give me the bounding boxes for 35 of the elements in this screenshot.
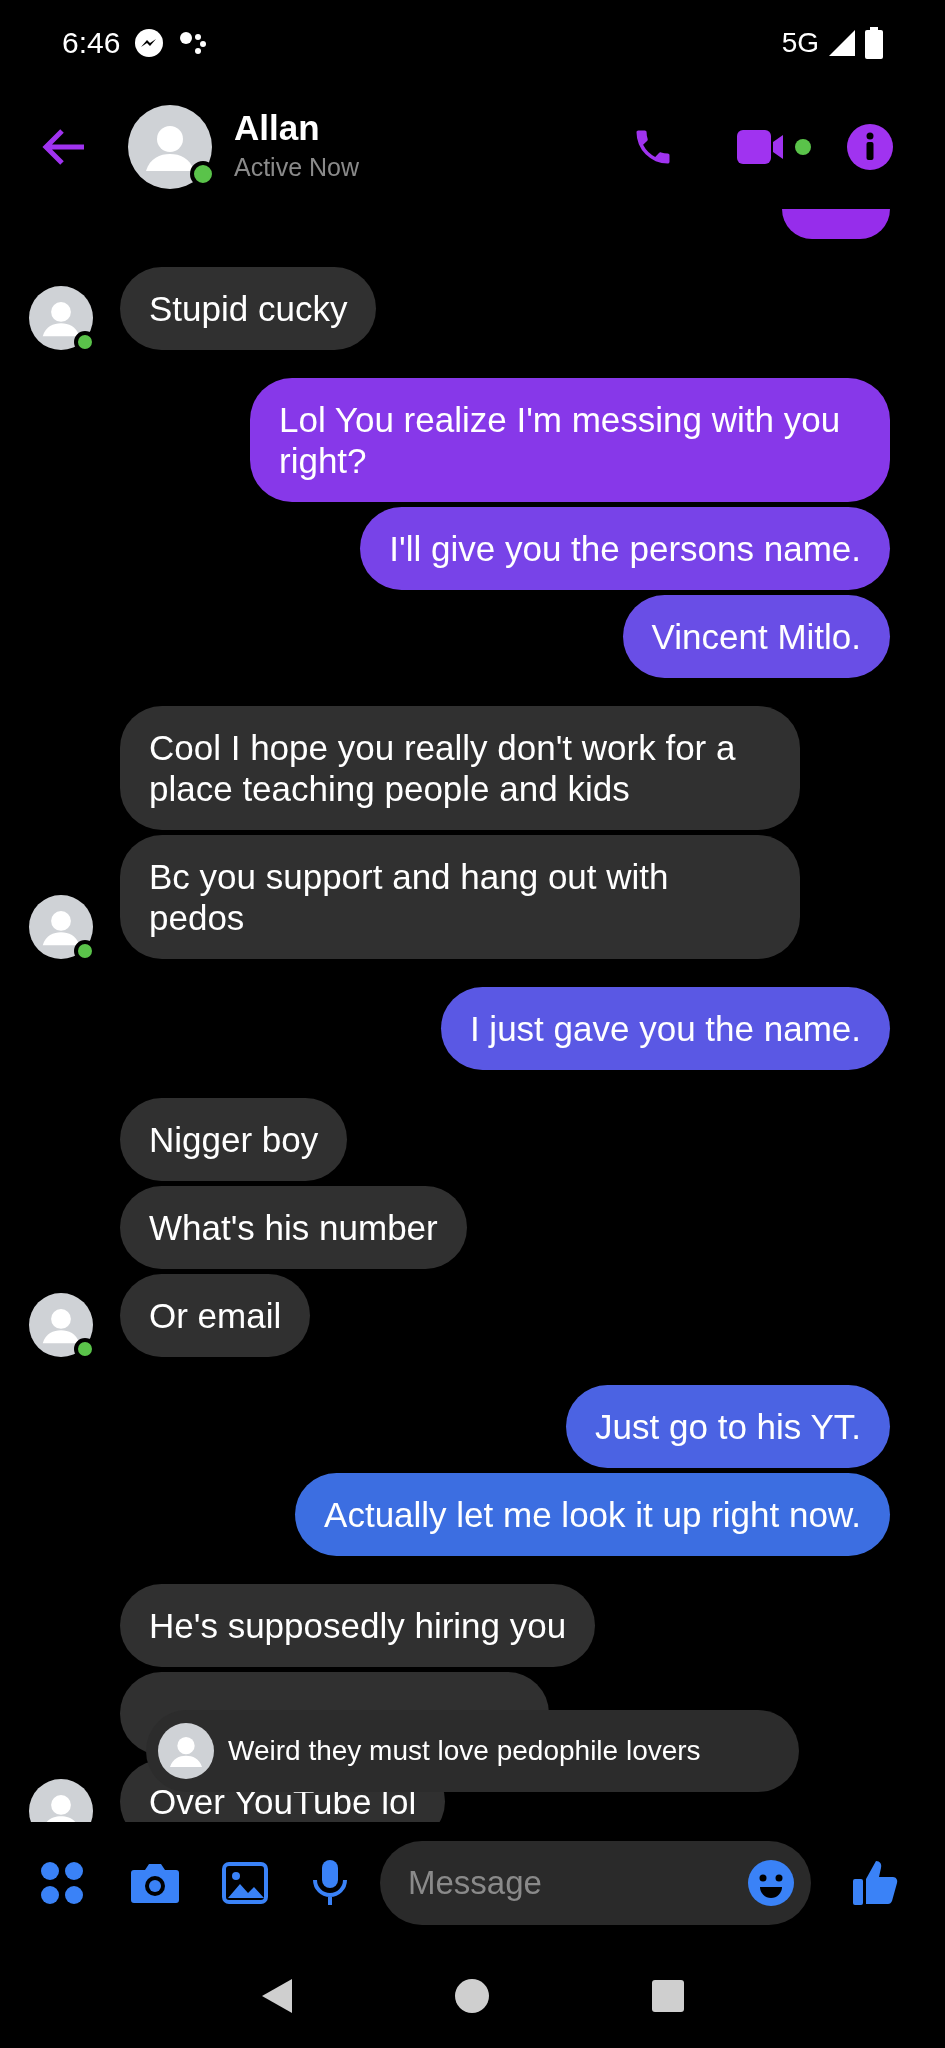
message-bubble: Lol You realize I'm messing with you right?: [250, 378, 890, 502]
message-bubble: Nigger boy: [120, 1098, 348, 1181]
contact-status: Active Now: [234, 152, 361, 184]
message-bubble: I just gave you the name.: [440, 987, 890, 1070]
message-bubble: Stupid cucky: [120, 267, 377, 350]
messenger-icon: [134, 27, 165, 58]
message-bubble: Vincent Mitlo.: [622, 595, 890, 678]
emoji-icon[interactable]: [747, 1859, 795, 1907]
home-nav-icon[interactable]: [454, 1978, 491, 2014]
microphone-icon[interactable]: [312, 1860, 348, 1906]
avatar-icon: [158, 1723, 214, 1779]
message-bubble: He's supposedly hiring you: [120, 1584, 596, 1667]
recents-nav-icon[interactable]: [650, 1979, 685, 2013]
avatar-icon: [29, 895, 93, 959]
image-icon[interactable]: [222, 1862, 268, 1904]
message-bubble: Actually let me look it up right now.: [295, 1473, 890, 1556]
message-field[interactable]: Message: [380, 1841, 811, 1925]
message-bubble: Or email: [120, 1274, 311, 1357]
info-icon[interactable]: [847, 124, 893, 170]
message-bubble: Bc you support and hang out with pedos: [120, 835, 800, 959]
avatar-icon: [29, 286, 93, 350]
message-bubble: Cool I hope you really don't work for a place teaching people and kids: [120, 706, 800, 830]
avatar-icon: [29, 1293, 93, 1357]
apps-grid-icon[interactable]: [40, 1861, 84, 1905]
thumbs-up-icon[interactable]: [851, 1859, 899, 1907]
message-bubble: Just go to his YT.: [566, 1385, 890, 1468]
back-nav-icon[interactable]: [260, 1977, 295, 2015]
network-label: 5G: [781, 25, 819, 60]
camera-icon[interactable]: [130, 1862, 180, 1904]
message-bubble: I'll give you the persons name.: [360, 507, 890, 590]
message-bubble: What's his number: [120, 1186, 467, 1269]
avatar-icon: [128, 105, 212, 189]
battery-icon: [865, 26, 883, 59]
status-time: 6:46: [62, 25, 121, 61]
contact-name: Allan: [234, 107, 321, 150]
